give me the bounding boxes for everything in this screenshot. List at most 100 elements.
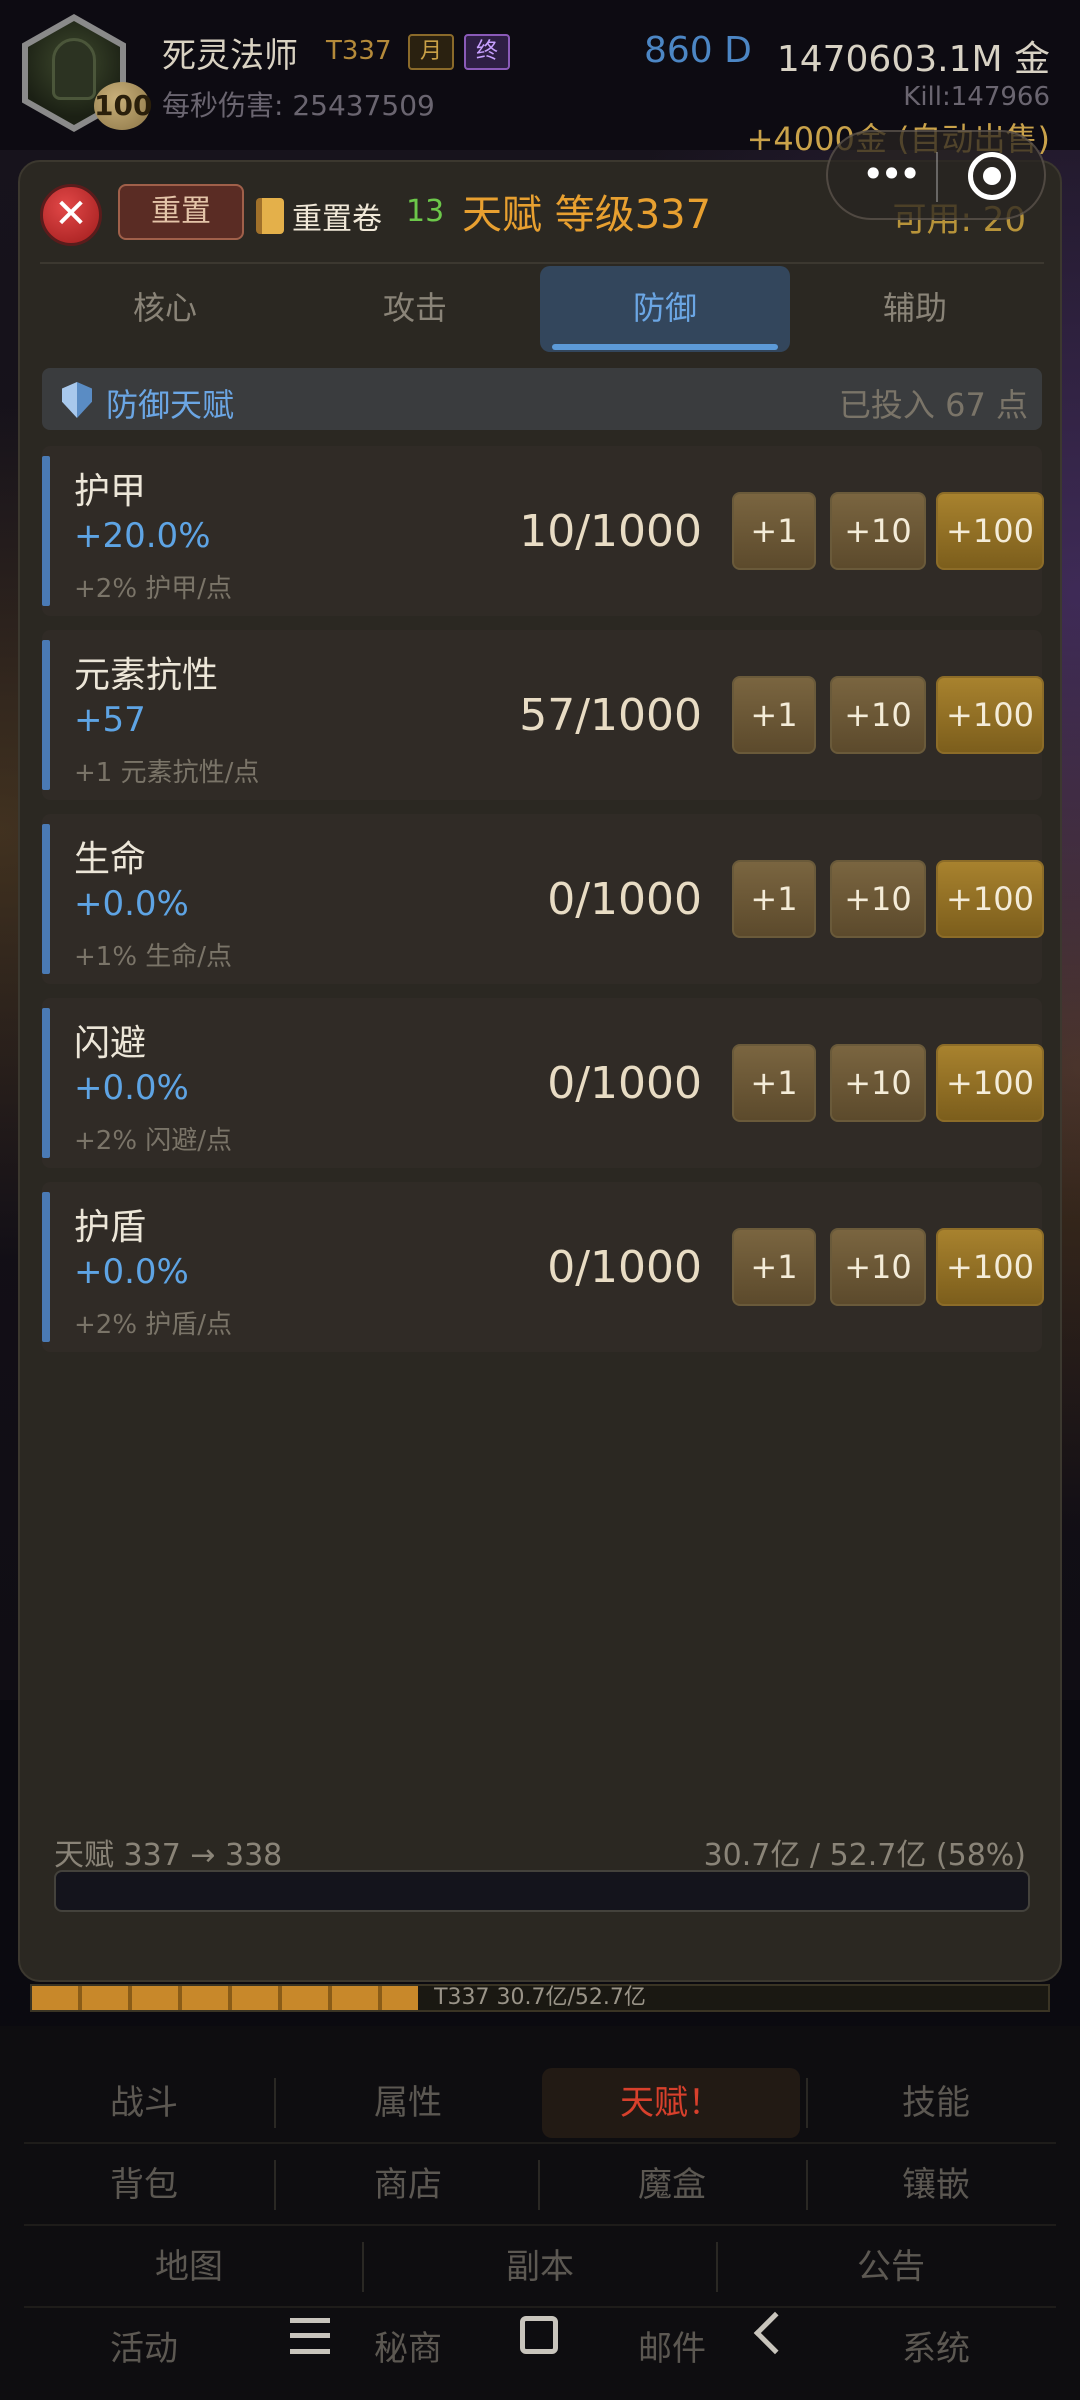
divider (40, 262, 1044, 264)
plus-100-button[interactable]: +100 (936, 860, 1044, 938)
more-dots-icon[interactable]: ••• (862, 154, 921, 194)
nav-battle[interactable]: 战斗 (24, 2068, 264, 2138)
talent-name: 护盾 (74, 1207, 147, 1248)
talent-tabs: 核心 攻击 防御 辅助 (40, 266, 1044, 352)
capsule-divider (936, 152, 938, 202)
talent-bonus: +57 (74, 700, 146, 740)
plus-1-button[interactable]: +1 (732, 1228, 816, 1306)
plus-10-button[interactable]: +10 (830, 860, 926, 938)
plus-10-button[interactable]: +10 (830, 1044, 926, 1122)
nav-dungeon[interactable]: 副本 (372, 2232, 708, 2302)
experience-bar-text: T337 30.7亿/52.7亿 (434, 1985, 646, 2010)
nav-separator (538, 2160, 540, 2210)
plus-100-button[interactable]: +100 (936, 492, 1044, 570)
nav-talent[interactable]: 天赋！ (542, 2068, 800, 2138)
nav-map[interactable]: 地图 (24, 2232, 354, 2302)
section-title: 防御天赋 (106, 386, 235, 424)
nav-shop[interactable]: 商店 (286, 2150, 530, 2220)
target-close-icon[interactable] (968, 152, 1016, 200)
system-home-icon[interactable] (520, 2316, 558, 2354)
talent-level: 57/1000 (519, 690, 702, 741)
nav-attributes[interactable]: 属性 (286, 2068, 530, 2138)
row-accent (42, 1192, 50, 1342)
talent-per-point: +1% 生命/点 (74, 942, 233, 972)
nav-separator (806, 2160, 808, 2210)
points-invested: 已投入 67 点 (838, 386, 1028, 424)
talent-name: 闪避 (74, 1023, 147, 1064)
row-accent (42, 640, 50, 790)
character-tier: T337 (326, 36, 392, 66)
talent-row-shield: 护盾 +0.0% +2% 护盾/点 0/1000 +1 +10 +100 (42, 1182, 1044, 1352)
necromancer-hood-icon (52, 38, 96, 100)
nav-separator (362, 2242, 364, 2292)
plus-100-button[interactable]: +100 (936, 676, 1044, 754)
talent-name: 元素抗性 (74, 655, 219, 696)
plus-1-button[interactable]: +1 (732, 676, 816, 754)
talent-progress-label: 天赋 337 → 338 (54, 1838, 283, 1873)
nav-announcement[interactable]: 公告 (726, 2232, 1056, 2302)
top-status-bar: 100 死灵法师 T337 月 终 每秒伤害: 25437509 860 D 1… (0, 0, 1080, 158)
talent-name: 生命 (74, 839, 147, 880)
talent-bonus: +0.0% (74, 1068, 189, 1108)
kill-count: Kill:147966 (903, 82, 1050, 112)
nav-system[interactable]: 系统 (816, 2314, 1056, 2384)
monthly-card-tag: 月 (408, 34, 454, 70)
tab-defense[interactable]: 防御 (540, 266, 790, 352)
character-name: 死灵法师 (162, 36, 298, 76)
level-badge: 100 (94, 82, 152, 130)
nav-divider (24, 2306, 1056, 2308)
nav-divider (24, 2224, 1056, 2226)
talent-per-point: +2% 闪避/点 (74, 1126, 233, 1156)
talent-row-dodge: 闪避 +0.0% +2% 闪避/点 0/1000 +1 +10 +100 (42, 998, 1044, 1168)
talent-progress-stats: 30.7亿 / 52.7亿 (58%) (703, 1838, 1026, 1873)
experience-bar: T337 30.7亿/52.7亿 (30, 1984, 1050, 2012)
talent-progress-bar (54, 1870, 1030, 1912)
dps-readout: 每秒伤害: 25437509 (162, 89, 435, 122)
nav-events[interactable]: 活动 (24, 2314, 264, 2384)
diamond-count: 860 D (644, 30, 752, 71)
plus-10-button[interactable]: +10 (830, 676, 926, 754)
nav-separator (274, 2078, 276, 2128)
talent-name: 护甲 (74, 471, 147, 512)
talent-panel: ✕ 重置 重置卷 13 天赋 等级337 可用: 20 核心 攻击 防御 辅助 … (18, 160, 1062, 1982)
nav-magic-box[interactable]: 魔盒 (550, 2150, 794, 2220)
plus-100-button[interactable]: +100 (936, 1228, 1044, 1306)
talent-per-point: +2% 护盾/点 (74, 1310, 233, 1340)
system-menu-icon[interactable] (290, 2318, 330, 2354)
reset-scroll-count: 13 (406, 194, 445, 229)
plus-1-button[interactable]: +1 (732, 492, 816, 570)
gold-count: 1470603.1M 金 (776, 39, 1050, 80)
row-accent (42, 1008, 50, 1158)
tab-core[interactable]: 核心 (40, 266, 290, 352)
nav-mail[interactable]: 邮件 (550, 2314, 794, 2384)
nav-separator (806, 2078, 808, 2128)
nav-inlay[interactable]: 镶嵌 (816, 2150, 1056, 2220)
reset-button[interactable]: 重置 (118, 184, 244, 240)
talent-level: 10/1000 (519, 506, 702, 557)
plus-1-button[interactable]: +1 (732, 860, 816, 938)
talent-level: 0/1000 (547, 874, 702, 925)
row-accent (42, 456, 50, 606)
plus-100-button[interactable]: +100 (936, 1044, 1044, 1122)
talent-level: 0/1000 (547, 1058, 702, 1109)
plus-1-button[interactable]: +1 (732, 1044, 816, 1122)
nav-backpack[interactable]: 背包 (24, 2150, 264, 2220)
tab-support[interactable]: 辅助 (790, 266, 1040, 352)
reset-scroll-label: 重置卷 (292, 202, 382, 237)
talent-level: 0/1000 (547, 1242, 702, 1293)
plus-10-button[interactable]: +10 (830, 1228, 926, 1306)
tab-attack[interactable]: 攻击 (290, 266, 540, 352)
miniprogram-capsule: ••• (826, 130, 1046, 220)
plus-10-button[interactable]: +10 (830, 492, 926, 570)
talent-row-elemental-resist: 元素抗性 +57 +1 元素抗性/点 57/1000 +1 +10 +100 (42, 630, 1044, 800)
nav-separator (716, 2242, 718, 2292)
close-button[interactable]: ✕ (40, 184, 102, 246)
nav-skills[interactable]: 技能 (816, 2068, 1056, 2138)
talent-row-life: 生命 +0.0% +1% 生命/点 0/1000 +1 +10 +100 (42, 814, 1044, 984)
talent-level-title: 天赋 等级337 (462, 192, 712, 238)
talent-per-point: +2% 护甲/点 (74, 574, 233, 604)
reset-scroll-icon (256, 198, 284, 234)
nav-divider (24, 2142, 1056, 2144)
talent-bonus: +0.0% (74, 1252, 189, 1292)
shield-icon (62, 382, 92, 418)
